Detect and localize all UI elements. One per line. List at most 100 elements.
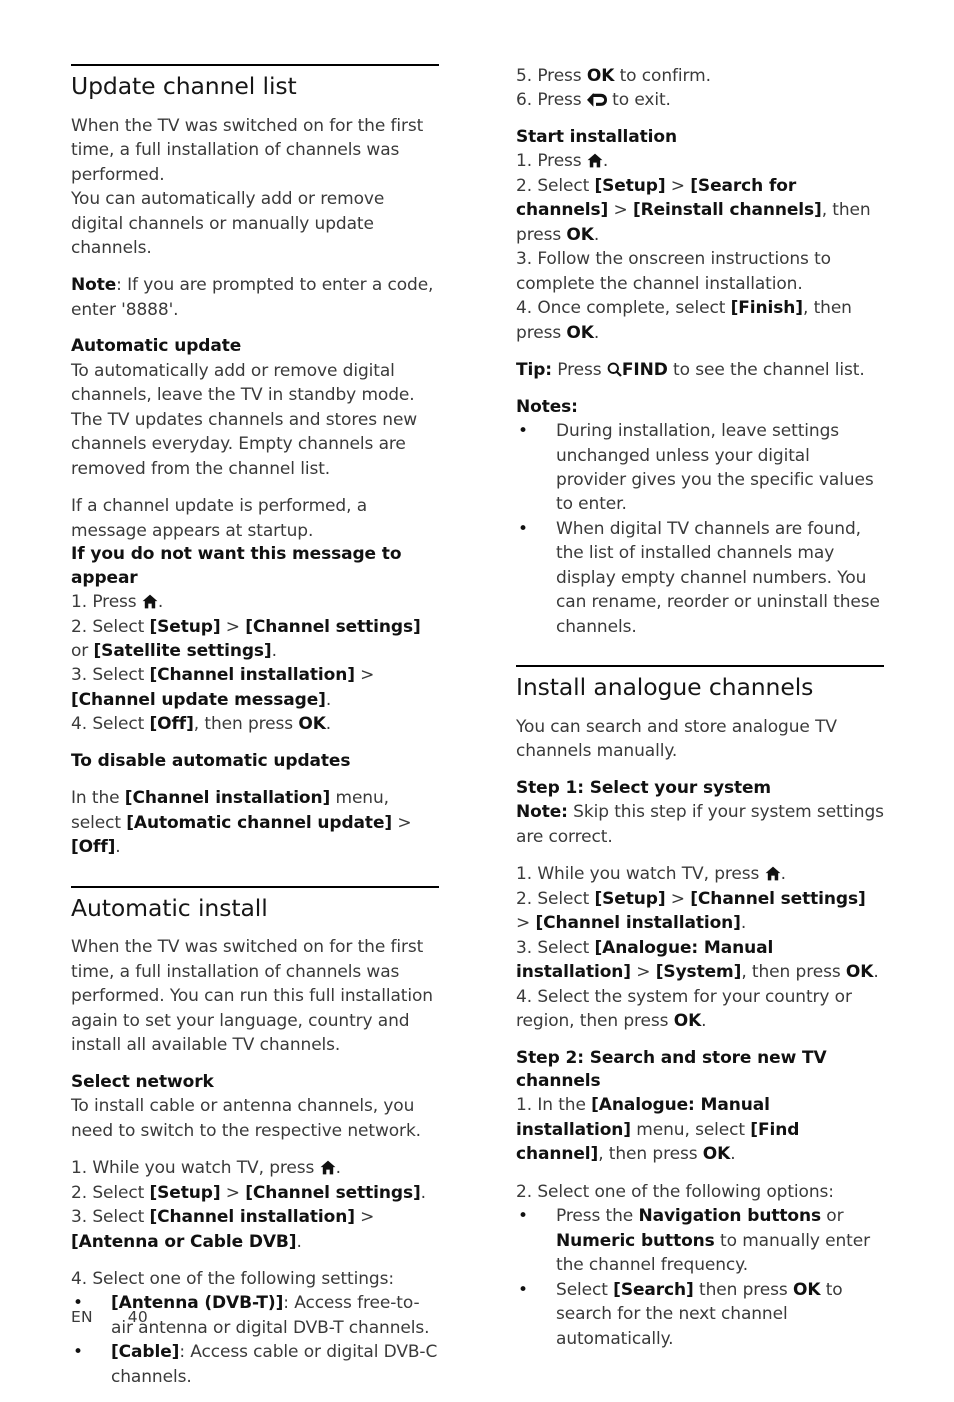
- text: When the TV was switched on for the firs…: [71, 115, 424, 185]
- section-divider: [71, 885, 439, 888]
- text: , then press: [598, 1144, 703, 1165]
- text: 1. Press: [516, 151, 587, 172]
- home-icon: [142, 592, 158, 609]
- step-list-disable-message: 1. Press . 2. Select [Setup] > [Channel s…: [71, 590, 439, 737]
- subheading-start-installation: Start installation: [516, 126, 677, 147]
- button-navigation: Navigation buttons: [638, 1206, 821, 1227]
- text: .: [271, 640, 277, 661]
- menu-path-channel-installation: [Channel installation]: [149, 665, 355, 686]
- left-column: Update channel list When the TV was swit…: [71, 64, 439, 1402]
- text: menu, select: [630, 1119, 751, 1140]
- menu-path-setup: [Setup]: [594, 175, 666, 196]
- subheading-notes: Notes:: [516, 396, 578, 417]
- menu-path-system: [System]: [655, 962, 742, 983]
- button-ok: OK: [586, 66, 615, 86]
- menu-path-channel-installation: [Channel installation]: [124, 788, 331, 809]
- text: In the: [71, 788, 125, 809]
- tip-label: Tip:: [516, 360, 552, 381]
- subheading-step2-search-store: Step 2: Search and store new TV channels: [516, 1047, 827, 1091]
- bullet-list-network-settings: • [Antenna (DVB-T)]: Access free-to-air a…: [71, 1291, 439, 1389]
- list-item: • Select [Search] then press OK to search…: [516, 1278, 884, 1351]
- note-label: Note: [71, 275, 117, 296]
- list-item: • When digital TV channels are found, the…: [516, 517, 884, 639]
- text: You can automatically add or remove digi…: [71, 189, 385, 258]
- text: 3. Select: [71, 1207, 150, 1228]
- button-numeric: Numeric buttons: [556, 1230, 715, 1251]
- right-column: 5. Press OK to confirm. 6. Press to exit.…: [516, 64, 884, 1364]
- step-select-settings: 4. Select one of the following settings:: [71, 1268, 394, 1289]
- menu-path-reinstall-channels: [Reinstall channels]: [632, 200, 822, 221]
- text: >: [220, 1182, 246, 1203]
- text: >: [354, 665, 375, 686]
- text: 1. Press: [71, 592, 142, 613]
- text: 5. Press: [516, 66, 587, 86]
- text: .: [115, 837, 121, 858]
- page-title-automatic-install: Automatic install: [71, 893, 268, 922]
- text: .: [730, 1144, 736, 1165]
- step-select-option: 2. Select one of the following options:: [516, 1181, 834, 1202]
- paragraph-disable-auto-updates: In the [Channel installation] menu, sele…: [71, 786, 439, 859]
- menu-path-channel-settings: [Channel settings]: [690, 888, 866, 909]
- text: >: [354, 1207, 375, 1228]
- subheading-disable-auto-updates: To disable automatic updates: [71, 750, 351, 771]
- button-ok: OK: [845, 962, 874, 983]
- text: .: [335, 1158, 341, 1179]
- text: or: [820, 1206, 844, 1227]
- menu-path-channel-update-message: [Channel update message]: [71, 689, 326, 710]
- menu-path-channel-installation: [Channel installation]: [535, 913, 741, 934]
- step-list-select-system: 1. While you watch TV, press . 2. Select …: [516, 862, 884, 1033]
- subheading-select-network: Select network: [71, 1071, 214, 1092]
- button-ok: OK: [702, 1144, 731, 1165]
- step-list-confirm-exit: 5. Press OK to confirm. 6. Press to exit.: [516, 64, 884, 113]
- step-list-start-installation: 1. Press . 2. Select [Setup] > [Search fo…: [516, 149, 884, 345]
- bullet-icon: •: [73, 1342, 83, 1363]
- list-item: • During installation, leave settings unc…: [516, 419, 884, 517]
- menu-path-search: [Search]: [613, 1279, 694, 1300]
- bullet-icon: •: [518, 1279, 528, 1300]
- text: .: [701, 1011, 707, 1032]
- text: Select: [556, 1279, 614, 1300]
- text: to confirm.: [614, 66, 711, 86]
- section-divider: [71, 64, 439, 66]
- menu-path-cable: [Cable]: [111, 1342, 180, 1363]
- text: .: [325, 689, 332, 710]
- text: >: [665, 888, 691, 909]
- text: , then press: [741, 962, 846, 983]
- button-ok: OK: [673, 1011, 702, 1032]
- text: 3. Select: [516, 937, 595, 958]
- menu-path-channel-installation: [Channel installation]: [149, 1207, 355, 1228]
- text: .: [593, 322, 600, 343]
- text: 4. Once complete, select: [516, 298, 731, 319]
- page-title-install-analogue-channels: Install analogue channels: [516, 673, 814, 702]
- button-ok: OK: [566, 322, 594, 343]
- home-icon: [320, 1158, 336, 1175]
- text: Press the: [556, 1206, 639, 1227]
- text: .: [157, 592, 164, 613]
- menu-path-finish: [Finish]: [730, 298, 803, 319]
- paragraph-automatic-update: To automatically add or remove digital c…: [71, 360, 418, 479]
- note-text: Skip this step if your system settings a…: [516, 802, 884, 847]
- bullet-list-search-options: • Press the Navigation buttons or Numeric…: [516, 1204, 884, 1351]
- text: 1. While you watch TV, press: [71, 1158, 320, 1179]
- step-list-select-network: 1. While you watch TV, press . 2. Select …: [71, 1156, 439, 1254]
- bullet-list-notes: • During installation, leave settings unc…: [516, 419, 884, 639]
- footer-page-number: 40: [127, 1308, 148, 1326]
- text: , then press: [193, 714, 299, 735]
- home-icon: [765, 864, 781, 881]
- text: 1. In the: [516, 1095, 592, 1116]
- text: Press: [552, 360, 607, 381]
- text: >: [665, 175, 691, 196]
- menu-path-setup: [Setup]: [594, 888, 666, 909]
- text: 2. Select: [71, 616, 150, 637]
- menu-path-channel-settings: [Channel settings]: [245, 1182, 421, 1203]
- text: .: [325, 714, 332, 735]
- bullet-icon: •: [518, 1206, 528, 1227]
- text: .: [740, 913, 747, 934]
- menu-path-antenna-or-cable-dvb: [Antenna or Cable DVB]: [71, 1231, 297, 1252]
- menu-path-off: [Off]: [71, 837, 116, 858]
- text: When digital TV channels are found, the …: [556, 518, 880, 637]
- list-item: • Press the Navigation buttons or Numeric…: [516, 1204, 884, 1277]
- text: 1. While you watch TV, press: [516, 864, 765, 885]
- button-find: FIND: [621, 360, 668, 381]
- button-ok: OK: [566, 224, 594, 245]
